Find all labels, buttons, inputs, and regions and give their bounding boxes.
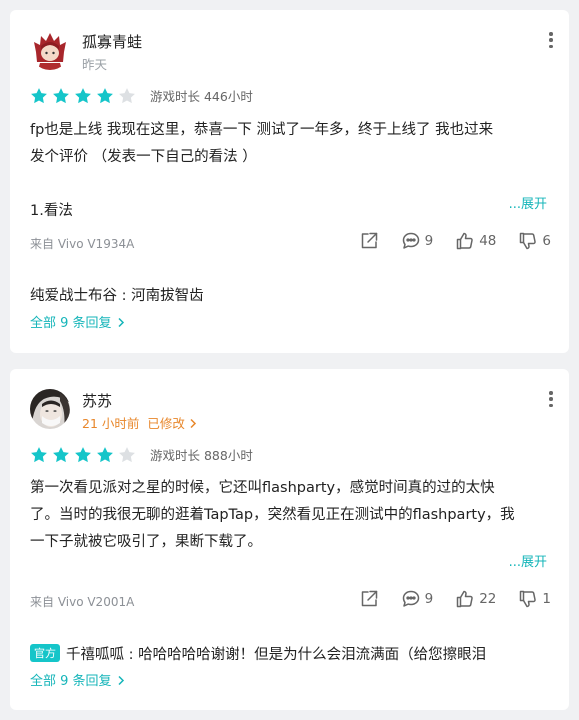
star-filled-icon <box>97 87 113 103</box>
reply-preview[interactable]: 纯爱战士布谷 : 河南拔智齿 <box>30 284 555 305</box>
dislike-button[interactable]: 1 <box>518 589 551 609</box>
review-card: 苏苏 21 小时前 已修改 游戏时长 888小时 第一次看见派对之星的时候，它还叫… <box>10 369 569 710</box>
star-filled-icon <box>31 446 47 462</box>
reply-button[interactable]: 9 <box>401 231 434 251</box>
review-card: 孤寡青蛙 昨天 游戏时长 446小时 fp也是上线 我现在这里，恭喜一下 测试了… <box>10 10 569 353</box>
avatar[interactable] <box>30 389 70 429</box>
star-empty-icon <box>119 87 135 103</box>
share-button[interactable] <box>359 231 379 251</box>
star-filled-icon <box>75 87 91 103</box>
share-button[interactable] <box>359 589 379 609</box>
edited-link[interactable]: 已修改 <box>147 416 197 431</box>
comment-icon <box>402 590 419 607</box>
thumbs-up-icon <box>456 232 473 250</box>
more-options-icon[interactable] <box>547 391 555 407</box>
like-button[interactable]: 48 <box>455 231 496 251</box>
dislike-count: 1 <box>542 591 551 607</box>
reply-count: 9 <box>424 233 434 249</box>
username[interactable]: 孤寡青蛙 <box>82 31 142 52</box>
username[interactable]: 苏苏 <box>82 390 112 411</box>
star-rating: 游戏时长 446小时 <box>30 86 253 105</box>
review-actions: 9 48 6 <box>337 231 551 251</box>
review-text: 第一次看见派对之星的时候，它还叫flashparty，感觉时间真的过的太快 了。… <box>30 480 515 550</box>
expand-link[interactable]: ...展开 <box>509 551 547 570</box>
more-options-icon[interactable] <box>547 32 555 48</box>
review-time: 21 小时前 <box>82 416 140 431</box>
reply-button[interactable]: 9 <box>401 589 434 609</box>
playtime: 游戏时长 446小时 <box>150 89 253 104</box>
dislike-button[interactable]: 6 <box>518 231 551 251</box>
reply-preview[interactable]: 官方 千禧呱呱 : 哈哈哈哈哈谢谢！但是为什么会泪流满面（给您擦眼泪 <box>30 643 555 664</box>
share-icon <box>361 232 377 249</box>
star-filled-icon <box>31 87 47 103</box>
all-replies-label: 全部 9 条回复 <box>30 674 112 689</box>
chevron-right-icon <box>118 317 124 328</box>
review-text: fp也是上线 我现在这里，恭喜一下 测试了一年多，终于上线了 我也过来 发个评价… <box>30 122 494 219</box>
star-filled-icon <box>53 446 69 462</box>
device-label: 来自 Vivo V2001A <box>30 595 135 609</box>
all-replies-link[interactable]: 全部 9 条回复 <box>30 312 125 331</box>
reply-text: : 哈哈哈哈哈谢谢！但是为什么会泪流满面（给您擦眼泪 <box>124 647 487 663</box>
edited-label: 已修改 <box>147 416 185 431</box>
star-empty-icon <box>119 446 135 462</box>
avatar[interactable] <box>30 30 70 70</box>
expand-link[interactable]: ...展开 <box>509 193 547 212</box>
like-button[interactable]: 22 <box>455 589 496 609</box>
thumbs-up-icon <box>456 590 473 608</box>
device-label: 来自 Vivo V1934A <box>30 237 135 251</box>
chevron-right-icon <box>118 675 124 686</box>
star-rating: 游戏时长 888小时 <box>30 445 253 464</box>
reply-count: 9 <box>424 591 434 607</box>
thumbs-down-icon <box>520 590 537 608</box>
review-meta: 21 小时前 已修改 <box>82 413 197 432</box>
like-count: 48 <box>479 233 497 249</box>
share-icon <box>361 590 377 607</box>
reply-author[interactable]: 千禧呱呱 <box>66 647 124 663</box>
chevron-right-icon <box>190 418 196 429</box>
official-badge: 官方 <box>30 644 60 662</box>
star-filled-icon <box>97 446 113 462</box>
review-time: 昨天 <box>82 57 108 72</box>
star-filled-icon <box>75 446 91 462</box>
dislike-count: 6 <box>542 233 551 249</box>
all-replies-link[interactable]: 全部 9 条回复 <box>30 670 125 689</box>
star-filled-icon <box>53 87 69 103</box>
review-actions: 9 22 1 <box>337 589 551 609</box>
playtime: 游戏时长 888小时 <box>150 448 253 463</box>
comment-icon <box>402 232 419 249</box>
thumbs-down-icon <box>520 232 537 250</box>
like-count: 22 <box>479 591 497 607</box>
all-replies-label: 全部 9 条回复 <box>30 316 112 331</box>
